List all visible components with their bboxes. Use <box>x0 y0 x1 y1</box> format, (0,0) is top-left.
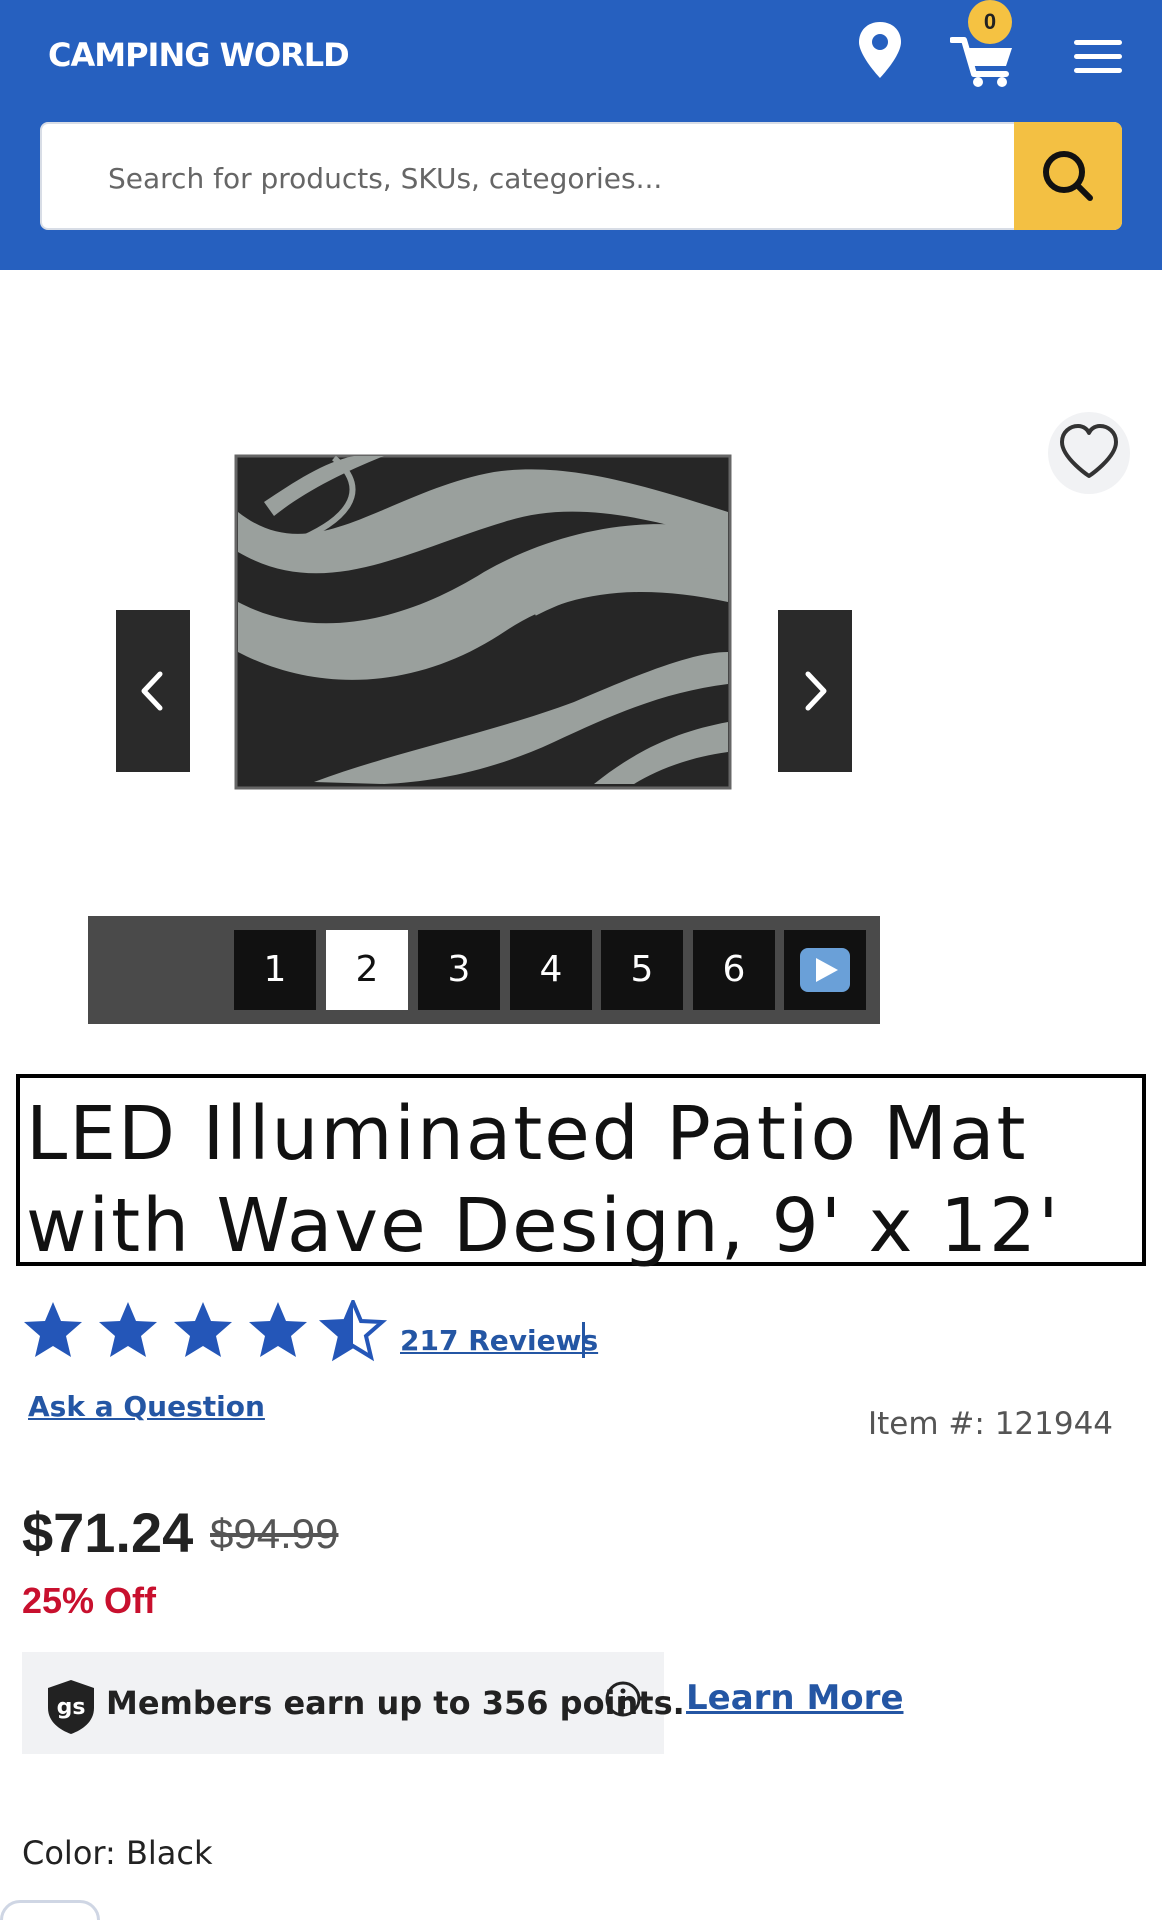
thumbnail-3[interactable]: 3 <box>418 930 500 1010</box>
good-sam-badge-icon: gs <box>44 1678 98 1736</box>
rewards-points-text: Members earn up to 356 points. <box>106 1684 685 1722</box>
search-button[interactable] <box>1014 122 1122 230</box>
reviews-link[interactable]: 217 Reviews <box>400 1324 598 1357</box>
search-field <box>40 122 1122 230</box>
product-title-box: LED Illuminated Patio Mat with Wave Desi… <box>16 1074 1146 1269</box>
gallery-prev-button[interactable] <box>116 610 190 772</box>
play-icon <box>800 948 850 992</box>
gallery-next-button[interactable] <box>778 610 852 772</box>
product-image <box>234 452 732 792</box>
heart-icon <box>1060 424 1118 478</box>
chevron-left-icon <box>141 671 163 711</box>
search-input[interactable] <box>108 154 1008 202</box>
thumbnail-2[interactable]: 2 <box>326 930 408 1010</box>
color-selection-label: Color: Black <box>22 1834 213 1872</box>
thumbnail-1[interactable]: 1 <box>234 930 316 1010</box>
play-video-button[interactable] <box>784 930 866 1010</box>
location-pin-icon[interactable] <box>855 20 905 80</box>
color-swatch[interactable] <box>0 1900 100 1920</box>
svg-text:gs: gs <box>57 1695 86 1720</box>
item-number: Item #: 121944 <box>868 1406 1114 1442</box>
sale-price: $71.24 <box>22 1501 194 1564</box>
discount-label: 25% Off <box>22 1580 157 1621</box>
star-icon <box>24 1302 82 1357</box>
hamburger-menu-icon[interactable] <box>1074 40 1122 76</box>
learn-more-link[interactable]: Learn More <box>686 1678 904 1718</box>
search-icon <box>1043 151 1093 201</box>
star-icon <box>249 1302 307 1357</box>
chevron-right-icon <box>805 671 827 711</box>
star-rating[interactable] <box>22 1300 392 1362</box>
thumbnail-6[interactable]: 6 <box>693 930 775 1010</box>
ask-question-link[interactable]: Ask a Question <box>28 1390 265 1423</box>
cart-count-badge: 0 <box>968 0 1012 44</box>
thumbnail-5[interactable]: 5 <box>601 930 683 1010</box>
star-icon <box>174 1302 232 1357</box>
wishlist-button[interactable] <box>1048 412 1130 494</box>
star-icon <box>99 1302 157 1357</box>
info-icon[interactable] <box>604 1680 642 1718</box>
thumbnail-4[interactable]: 4 <box>510 930 592 1010</box>
original-price: $94.99 <box>210 1510 339 1557</box>
reviews-divider <box>582 1322 585 1358</box>
thumbnail-strip: 1 2 3 4 5 6 <box>88 916 880 1024</box>
product-title: LED Illuminated Patio Mat with Wave Desi… <box>26 1091 1061 1269</box>
camping-world-logo[interactable]: CAMPING WORLD <box>48 36 350 74</box>
